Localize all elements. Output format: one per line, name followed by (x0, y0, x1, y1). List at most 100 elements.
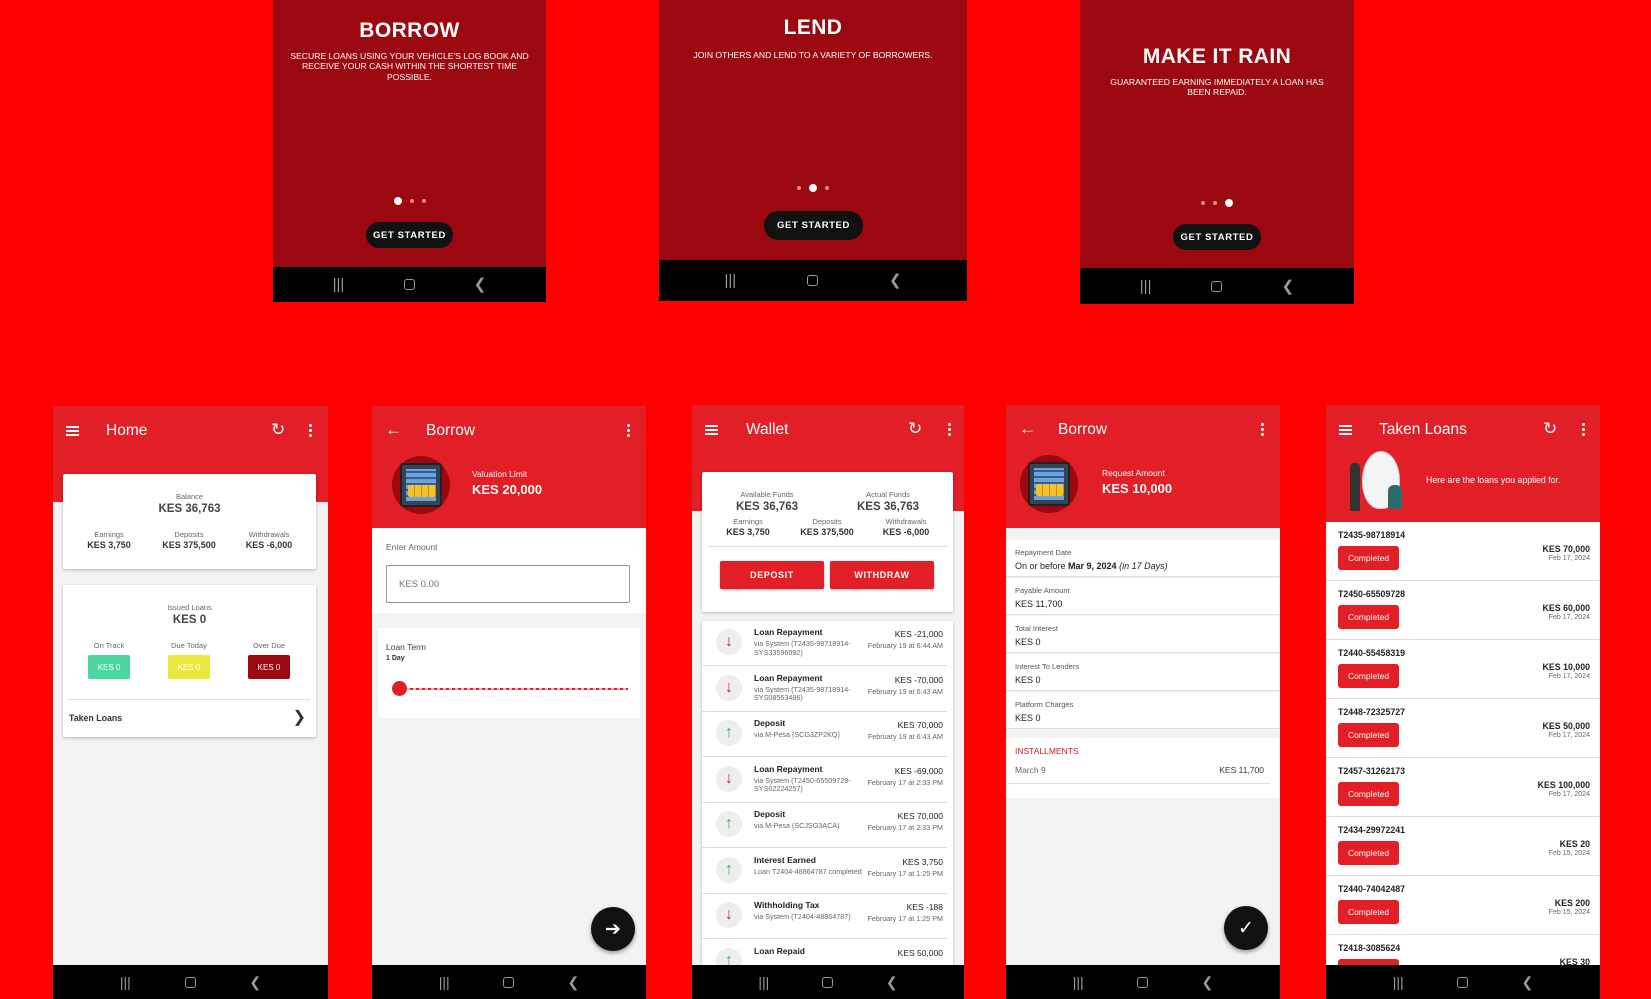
get-started-button[interactable]: GET STARTED (366, 222, 453, 248)
recent-apps-icon[interactable]: ||| (333, 277, 345, 292)
loan-row[interactable]: T2448-72325727 Completed KES 50,000 Feb 17,… (1326, 699, 1600, 758)
loan-date: Feb 17, 2024 (1548, 614, 1590, 621)
transaction-row[interactable]: ↓ Loan Repayment via System (T2435-9871891… (702, 667, 947, 712)
loan-status-button[interactable]: Completed (1338, 723, 1399, 747)
back-icon[interactable]: ❮ (1282, 279, 1295, 294)
next-arrow-icon[interactable]: ➔ (591, 907, 635, 951)
loan-term-slider-track[interactable] (398, 688, 628, 690)
home-icon[interactable] (1457, 976, 1469, 988)
withdrawals-label: Withdrawals (248, 530, 290, 539)
confirm-check-icon[interactable]: ✓ (1224, 906, 1268, 950)
home-icon[interactable] (1137, 976, 1149, 988)
menu-icon[interactable] (705, 425, 718, 435)
page-indicator (1080, 199, 1354, 207)
more-options-icon[interactable] (627, 424, 630, 437)
recent-apps-icon[interactable]: ||| (1073, 974, 1084, 990)
transaction-source: via System (T2435-98718914-SYS08563486) (754, 684, 851, 703)
loan-status-button[interactable]: Completed (1338, 841, 1399, 865)
recent-apps-icon[interactable]: ||| (120, 974, 131, 990)
onboarding-lend: LEND JOIN OTHERS AND LEND TO A VARIETY O… (659, 0, 967, 301)
home-icon[interactable] (403, 279, 415, 290)
system-nav-bar: ||| ❮ (659, 260, 967, 301)
loan-row[interactable]: T2457-31262173 Completed KES 100,000 Feb 17… (1326, 758, 1600, 817)
transaction-amount: KES 50,000 (897, 947, 943, 958)
loan-status-button[interactable]: Completed (1338, 605, 1399, 629)
transaction-row[interactable]: ↓ Withholding Tax via System (T2404-488647… (702, 894, 947, 939)
loan-status-button[interactable]: Completed (1338, 664, 1399, 688)
more-options-icon[interactable] (948, 423, 951, 436)
home-icon[interactable] (184, 976, 196, 988)
get-started-button[interactable]: GET STARTED (764, 211, 863, 240)
installment-amount: KES 11,700 (1219, 765, 1264, 775)
loan-status-button[interactable]: Completed (1338, 900, 1399, 924)
back-icon[interactable]: ❮ (474, 277, 487, 292)
divider (1008, 783, 1270, 784)
home-icon[interactable] (503, 976, 515, 988)
loan-row[interactable]: T2440-74042487 Completed KES 200 Feb 15, 20… (1326, 876, 1600, 935)
due-today-badge[interactable]: KES 0 (168, 655, 210, 679)
back-arrow-icon[interactable]: ← (1019, 420, 1036, 437)
home-icon[interactable] (1211, 280, 1223, 292)
deposits-label: Deposits (174, 530, 204, 539)
recent-apps-icon[interactable]: ||| (1393, 974, 1404, 990)
app-bar: Taken Loans ↻ (1326, 405, 1600, 455)
repayment-date-row: Repayment Date On or before Mar 9, 2024 … (1006, 540, 1280, 577)
request-amount-value: KES 10,000 (1102, 481, 1173, 496)
onboarding-subtitle: SECURE LOANS USING YOUR VEHICLE'S LOG BO… (290, 51, 529, 82)
amount-input[interactable] (386, 565, 630, 603)
transaction-date: February 17 at 1:25 PM (867, 868, 943, 878)
transaction-source: via M-Pesa (SCG3ZP2KQ) (754, 730, 840, 739)
loan-status-button[interactable]: Completed (1338, 782, 1399, 806)
deposits-label: Deposits (812, 517, 842, 526)
back-icon[interactable]: ❮ (1202, 974, 1214, 991)
loan-date: Feb 15, 2024 (1548, 909, 1590, 916)
on-track-badge[interactable]: KES 0 (88, 655, 130, 679)
menu-icon[interactable] (1339, 425, 1352, 435)
menu-icon[interactable] (66, 426, 79, 436)
loan-term-slider-thumb[interactable] (392, 681, 407, 696)
transaction-row[interactable]: ↑ Loan Repaid KES 50,000 (702, 940, 947, 965)
back-icon[interactable]: ❮ (1522, 974, 1534, 991)
loan-row[interactable]: T2435-98718914 Completed KES 70,000 Feb 17,… (1326, 522, 1600, 581)
withdrawals-value: KES -6,000 (882, 527, 930, 537)
transaction-row[interactable]: ↑ Deposit via M-Pesa (SCG3ZP2KQ) KES 70,000… (702, 712, 947, 757)
back-icon[interactable]: ❮ (568, 974, 580, 991)
loan-row[interactable]: T2440-55458319 Completed KES 10,000 Feb 17,… (1326, 640, 1600, 699)
taken-loans-link[interactable]: Taken Loans ❯ (69, 701, 310, 735)
back-icon[interactable]: ❮ (249, 974, 261, 991)
more-options-icon[interactable] (309, 424, 312, 437)
transaction-amount: KES -70,000 (894, 674, 943, 685)
issued-loans-card: Issued Loans KES 0 On Track KES 0 Due To… (63, 585, 316, 737)
onboarding-subtitle: JOIN OTHERS AND LEND TO A VARIETY OF BOR… (693, 50, 933, 60)
loan-row[interactable]: T2434-29972241 Completed KES 20 Feb 15, 202… (1326, 817, 1600, 876)
transaction-title: Loan Repayment (754, 763, 823, 774)
more-options-icon[interactable] (1261, 423, 1264, 436)
refresh-icon[interactable]: ↻ (1543, 420, 1557, 437)
back-arrow-icon[interactable]: ← (385, 421, 402, 438)
recent-apps-icon[interactable]: ||| (1140, 279, 1152, 294)
withdraw-button[interactable]: WITHDRAW (830, 561, 934, 589)
more-options-icon[interactable] (1582, 423, 1585, 436)
back-icon[interactable]: ❮ (889, 273, 902, 288)
loan-row[interactable]: T2418-3085624 KES 30 (1326, 935, 1600, 965)
recent-apps-icon[interactable]: ||| (724, 273, 736, 288)
transaction-row[interactable]: ↓ Loan Repayment via System (T2435-9871891… (702, 621, 947, 666)
home-icon[interactable] (807, 275, 819, 286)
transaction-row[interactable]: ↑ Interest Earned Loan T2404-48864787 comp… (702, 849, 947, 894)
transaction-row[interactable]: ↓ Loan Repayment via System (T2450-6550972… (702, 758, 947, 803)
recent-apps-icon[interactable]: ||| (439, 974, 450, 990)
refresh-icon[interactable]: ↻ (271, 421, 285, 438)
refresh-icon[interactable]: ↻ (908, 420, 922, 437)
deposit-button[interactable]: DEPOSIT (720, 561, 824, 589)
over-due-badge[interactable]: KES 0 (248, 655, 290, 679)
transaction-row[interactable]: ↑ Deposit via M-Pesa (SCJSG3ACA) KES 70,000… (702, 803, 947, 848)
loan-amount: KES 20 (1559, 839, 1590, 849)
home-icon[interactable] (822, 976, 834, 988)
get-started-button[interactable]: GET STARTED (1173, 224, 1261, 250)
loan-row[interactable]: T2450-65509728 Completed KES 60,000 Feb 17,… (1326, 581, 1600, 640)
recent-apps-icon[interactable]: ||| (758, 974, 769, 990)
loans-illustration (1348, 449, 1404, 515)
back-icon[interactable]: ❮ (886, 974, 898, 991)
onboarding-make-it-rain: MAKE IT RAIN GUARANTEED EARNING IMMEDIAT… (1080, 0, 1354, 304)
loan-status-button[interactable]: Completed (1338, 546, 1399, 570)
